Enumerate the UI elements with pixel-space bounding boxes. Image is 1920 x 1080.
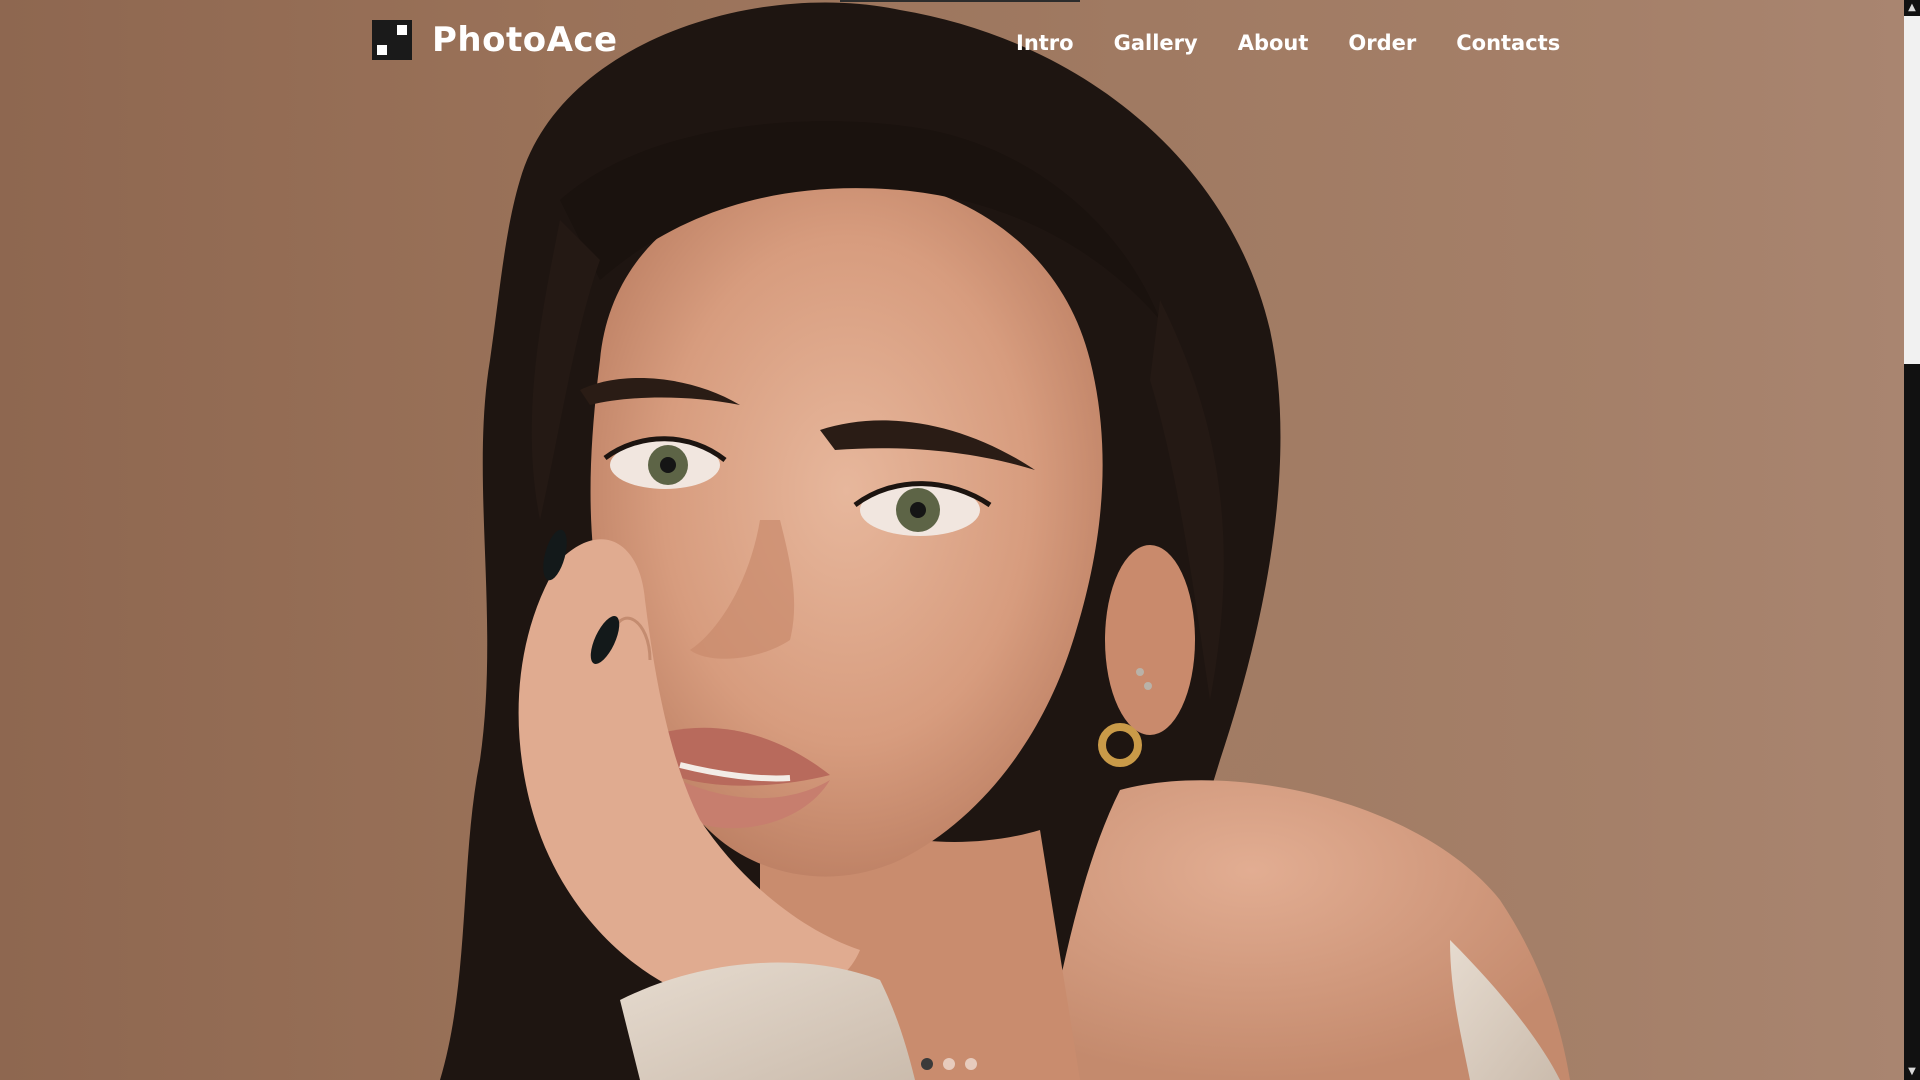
nav-item-contacts[interactable]: Contacts [1436,26,1580,60]
nav-item-order[interactable]: Order [1328,26,1436,60]
brand-link[interactable]: PhotoAce [372,20,618,60]
brand-name: PhotoAce [432,20,618,60]
scrollbar-thumb[interactable] [1904,16,1920,364]
top-navbar: PhotoAce Intro Gallery About Order Conta… [0,0,1904,90]
hero-slider[interactable] [0,0,1904,1080]
hero-portrait-image [440,2,1570,1080]
slide-dot-2[interactable] [943,1058,955,1070]
nav-item-gallery[interactable]: Gallery [1094,26,1218,60]
page-scrollbar[interactable]: ▲ ▼ [1904,0,1920,1080]
slide-dot-3[interactable] [965,1058,977,1070]
slider-pagination [921,1058,977,1070]
pixel-logo-icon [372,20,412,60]
scroll-down-arrow-icon[interactable]: ▼ [1904,1064,1920,1080]
nav-item-intro[interactable]: Intro [1016,26,1094,60]
page-viewport: PhotoAce Intro Gallery About Order Conta… [0,0,1920,1080]
nav-item-about[interactable]: About [1218,26,1329,60]
slide-dot-1[interactable] [921,1058,933,1070]
scroll-up-arrow-icon[interactable]: ▲ [1904,0,1920,16]
main-nav: Intro Gallery About Order Contacts [1016,26,1580,60]
